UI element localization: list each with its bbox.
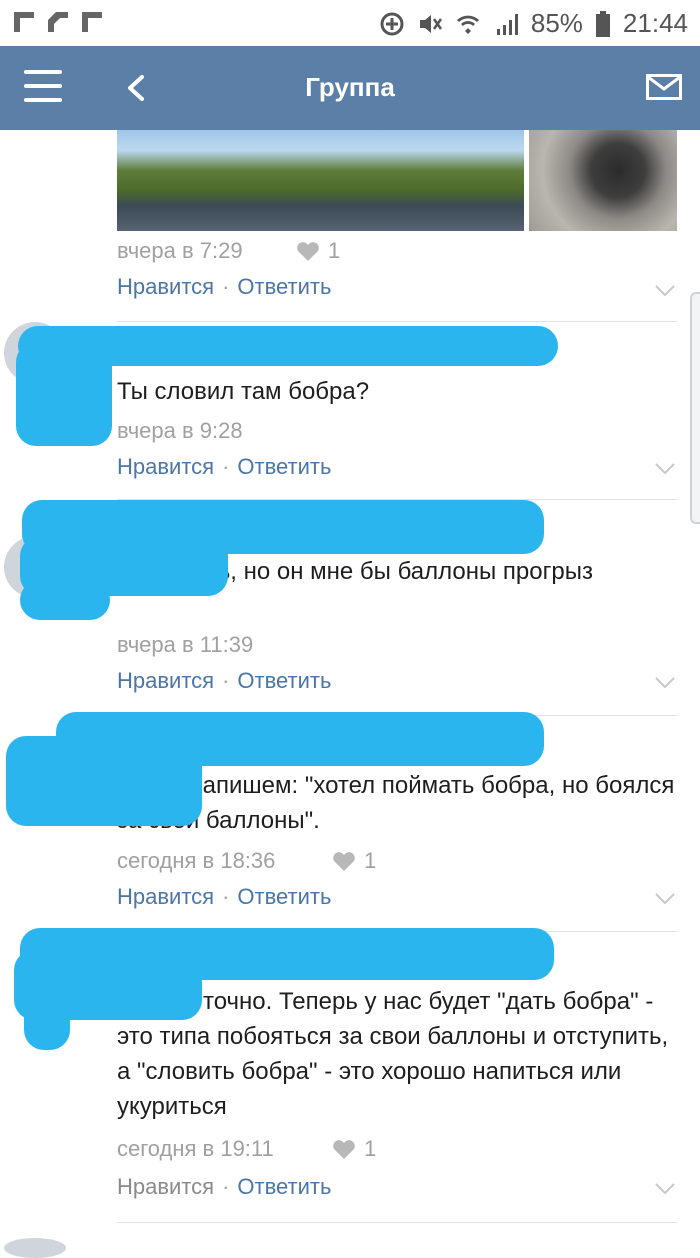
like-count: 1: [332, 1136, 376, 1162]
data-saver-icon: [380, 12, 404, 35]
like-count: 1: [296, 238, 340, 264]
mute-icon: [419, 14, 442, 33]
reply-button[interactable]: Ответить: [237, 884, 331, 909]
chevron-down-icon[interactable]: [654, 1182, 676, 1196]
like-button[interactable]: Нравится: [117, 668, 214, 693]
like-button[interactable]: Нравится: [117, 274, 214, 299]
notification-icon: [80, 10, 104, 34]
heart-icon: [333, 1140, 355, 1159]
wifi-icon: [456, 15, 479, 34]
like-count: 1: [332, 848, 376, 874]
comment-time: вчера в 11:39: [117, 632, 254, 657]
reply-button[interactable]: Ответить: [237, 668, 331, 693]
reply-button[interactable]: Ответить: [237, 1174, 331, 1199]
attached-photo-cave[interactable]: [529, 130, 677, 231]
signal-icon: [496, 13, 518, 35]
attached-photo-river[interactable]: [117, 130, 524, 231]
chevron-down-icon[interactable]: [654, 284, 676, 298]
notification-icons: [12, 10, 104, 34]
comment-text: Ты словил там бобра?: [117, 378, 370, 405]
notification-icon: [12, 10, 36, 34]
clock: 21:44: [622, 8, 688, 38]
comment-text: точно. Теперь у нас будет "дать бобра" -…: [117, 988, 669, 1120]
heart-icon: [333, 852, 355, 871]
comment-actions: Нравится · Ответить: [117, 454, 332, 479]
comment-time: вчера в 7:29: [117, 238, 243, 263]
nav-bar: Группа: [0, 46, 700, 130]
page-title: Группа: [305, 72, 395, 102]
status-right: 85% 21:44: [379, 8, 688, 39]
comment-time: сегодня в 19:11: [117, 1136, 274, 1161]
sync-icon: [46, 10, 70, 34]
redaction-scribble: [16, 342, 112, 446]
comment-text: , так и запишем: "хотел поймать бобра, н…: [117, 772, 675, 834]
comment-actions: Нравится · Ответить: [117, 884, 332, 909]
like-button[interactable]: Нравится: [117, 454, 214, 479]
avatar[interactable]: [4, 1238, 66, 1258]
divider: [117, 1222, 677, 1223]
reply-button[interactable]: Ответить: [237, 454, 331, 479]
comment-time: сегодня в 18:36: [117, 848, 276, 873]
heart-icon: [297, 242, 319, 261]
redaction-scribble: [6, 736, 202, 826]
reply-button[interactable]: Ответить: [237, 274, 331, 299]
redaction-scribble: [20, 580, 110, 620]
comment-actions: Нравится · Ответить: [117, 1174, 332, 1199]
divider: [117, 321, 677, 322]
scrollbar[interactable]: [690, 292, 700, 524]
battery-level: 85%: [530, 8, 583, 38]
chevron-down-icon[interactable]: [654, 892, 676, 906]
chevron-down-icon[interactable]: [654, 462, 676, 476]
like-button[interactable]: Нравится: [117, 1174, 214, 1199]
status-bar: 85% 21:44: [0, 0, 700, 46]
like-button[interactable]: Нравится: [117, 884, 214, 909]
chevron-down-icon[interactable]: [654, 676, 676, 690]
comment-time: вчера в 9:28: [117, 418, 243, 443]
mail-icon[interactable]: [646, 74, 682, 100]
battery-icon: [595, 10, 610, 37]
redaction-scribble: [24, 990, 70, 1050]
comment-actions: Нравится · Ответить: [117, 274, 332, 299]
comment-actions: Нравится · Ответить: [117, 668, 332, 693]
